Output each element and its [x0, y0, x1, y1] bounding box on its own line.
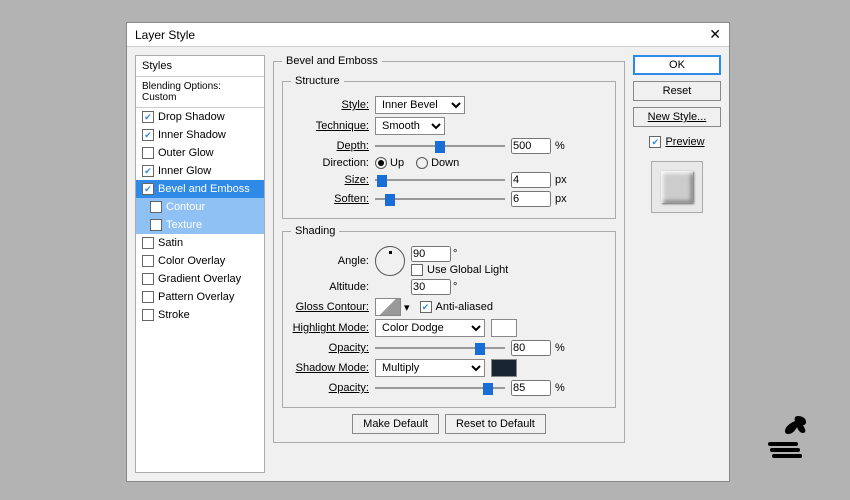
soften-input[interactable] — [511, 191, 551, 207]
style-item-pattern-overlay[interactable]: Pattern Overlay — [136, 288, 264, 306]
bevel-emboss-group: Bevel and Emboss Structure Style: Inner … — [273, 55, 625, 443]
style-checkbox[interactable] — [142, 255, 154, 267]
style-item-gradient-overlay[interactable]: Gradient Overlay — [136, 270, 264, 288]
reset-default-button[interactable]: Reset to Default — [445, 414, 546, 434]
style-checkbox[interactable] — [142, 273, 154, 285]
highlight-opacity-label: Opacity: — [291, 342, 369, 354]
gloss-label: Gloss Contour: — [291, 301, 369, 313]
soften-label: Soften: — [291, 193, 369, 205]
shadow-mode-select[interactable]: Multiply — [375, 359, 485, 377]
ok-button[interactable]: OK — [633, 55, 721, 75]
make-default-button[interactable]: Make Default — [352, 414, 439, 434]
style-checkbox[interactable] — [142, 309, 154, 321]
style-item-satin[interactable]: Satin — [136, 234, 264, 252]
direction-up-radio[interactable] — [375, 157, 387, 169]
style-item-texture[interactable]: Texture — [136, 216, 264, 234]
preview-checkbox[interactable] — [649, 136, 661, 148]
structure-group: Structure Style: Inner Bevel Technique: … — [282, 75, 616, 219]
shadow-opacity-slider[interactable] — [375, 381, 505, 395]
technique-label: Technique: — [291, 120, 369, 132]
depth-unit: % — [555, 140, 565, 152]
shadow-mode-label: Shadow Mode: — [291, 362, 369, 374]
style-item-label: Gradient Overlay — [158, 273, 241, 285]
style-checkbox[interactable] — [150, 201, 162, 213]
altitude-input[interactable] — [411, 279, 451, 295]
window-title: Layer Style — [135, 28, 195, 42]
style-item-inner-glow[interactable]: Inner Glow — [136, 162, 264, 180]
style-item-drop-shadow[interactable]: Drop Shadow — [136, 108, 264, 126]
angle-dial[interactable] — [375, 246, 405, 276]
style-checkbox[interactable] — [142, 237, 154, 249]
gloss-contour-picker[interactable] — [375, 298, 401, 316]
technique-select[interactable]: Smooth — [375, 117, 445, 135]
size-input[interactable] — [511, 172, 551, 188]
depth-input[interactable] — [511, 138, 551, 154]
style-item-label: Contour — [166, 201, 205, 213]
style-item-label: Satin — [158, 237, 183, 249]
watermark-logo-icon — [760, 412, 816, 462]
reset-button[interactable]: Reset — [633, 81, 721, 101]
direction-down-radio[interactable] — [416, 157, 428, 169]
style-item-label: Texture — [166, 219, 202, 231]
style-select[interactable]: Inner Bevel — [375, 96, 465, 114]
style-checkbox[interactable] — [142, 129, 154, 141]
global-light-checkbox[interactable] — [411, 264, 423, 276]
style-item-label: Inner Glow — [158, 165, 211, 177]
structure-title: Structure — [291, 75, 344, 87]
highlight-mode-select[interactable]: Color Dodge — [375, 319, 485, 337]
angle-input[interactable] — [411, 246, 451, 262]
style-label: Style: — [291, 99, 369, 111]
depth-slider[interactable] — [375, 139, 505, 153]
depth-label: Depth: — [291, 140, 369, 152]
blending-options[interactable]: Blending Options: Custom — [136, 77, 264, 108]
shading-title: Shading — [291, 225, 339, 237]
shadow-opacity-input[interactable] — [511, 380, 551, 396]
angle-label: Angle: — [291, 255, 369, 267]
style-item-label: Drop Shadow — [158, 111, 225, 123]
titlebar: Layer Style ✕ — [127, 23, 729, 47]
style-item-color-overlay[interactable]: Color Overlay — [136, 252, 264, 270]
style-checkbox[interactable] — [150, 219, 162, 231]
shading-group: Shading Angle: ° Use Global Light — [282, 225, 616, 408]
close-icon[interactable]: ✕ — [709, 26, 721, 43]
preview-thumbnail — [651, 161, 703, 213]
highlight-color[interactable] — [491, 319, 517, 337]
style-checkbox[interactable] — [142, 165, 154, 177]
highlight-opacity-slider[interactable] — [375, 341, 505, 355]
style-item-label: Bevel and Emboss — [158, 183, 250, 195]
style-checkbox[interactable] — [142, 111, 154, 123]
antialiased-checkbox[interactable] — [420, 301, 432, 313]
style-item-label: Outer Glow — [158, 147, 214, 159]
shadow-opacity-label: Opacity: — [291, 382, 369, 394]
style-item-label: Color Overlay — [158, 255, 225, 267]
soften-slider[interactable] — [375, 192, 505, 206]
style-item-outer-glow[interactable]: Outer Glow — [136, 144, 264, 162]
size-slider[interactable] — [375, 173, 505, 187]
styles-list: Styles Blending Options: Custom Drop Sha… — [135, 55, 265, 473]
style-item-label: Inner Shadow — [158, 129, 226, 141]
altitude-label: Altitude: — [291, 281, 369, 293]
style-checkbox[interactable] — [142, 291, 154, 303]
style-item-inner-shadow[interactable]: Inner Shadow — [136, 126, 264, 144]
style-item-contour[interactable]: Contour — [136, 198, 264, 216]
style-checkbox[interactable] — [142, 183, 154, 195]
shadow-color[interactable] — [491, 359, 517, 377]
style-item-label: Stroke — [158, 309, 190, 321]
highlight-mode-label: Highlight Mode: — [291, 322, 369, 334]
direction-label: Direction: — [291, 157, 369, 169]
style-item-label: Pattern Overlay — [158, 291, 234, 303]
style-checkbox[interactable] — [142, 147, 154, 159]
highlight-opacity-input[interactable] — [511, 340, 551, 356]
style-item-bevel-and-emboss[interactable]: Bevel and Emboss — [136, 180, 264, 198]
right-panel: OK Reset New Style... Preview — [633, 55, 721, 473]
style-item-stroke[interactable]: Stroke — [136, 306, 264, 324]
main-panel: Bevel and Emboss Structure Style: Inner … — [273, 55, 625, 473]
styles-header[interactable]: Styles — [136, 56, 264, 77]
layer-style-dialog: Layer Style ✕ Styles Blending Options: C… — [126, 22, 730, 482]
new-style-button[interactable]: New Style... — [633, 107, 721, 127]
size-label: Size: — [291, 174, 369, 186]
bevel-title: Bevel and Emboss — [282, 55, 382, 67]
